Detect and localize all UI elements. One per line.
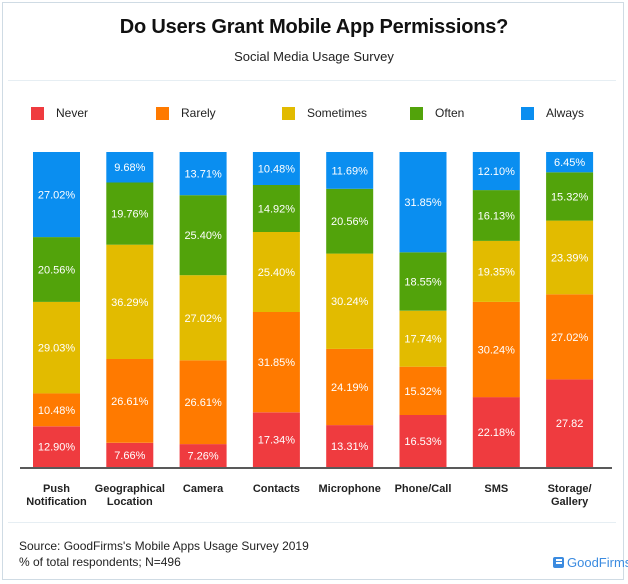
data-label: 7.26% bbox=[187, 451, 218, 463]
data-label: 12.10% bbox=[478, 166, 516, 178]
data-label: 10.48% bbox=[38, 405, 76, 417]
data-label: 27.02% bbox=[184, 313, 222, 325]
x-tick-label: Storage/Gallery bbox=[547, 483, 592, 508]
data-label: 29.03% bbox=[38, 343, 76, 355]
data-label: 17.34% bbox=[258, 435, 296, 447]
data-label: 30.24% bbox=[478, 345, 516, 357]
data-label: 26.61% bbox=[184, 397, 222, 409]
data-label: 15.32% bbox=[404, 386, 442, 398]
data-label: 31.85% bbox=[258, 357, 296, 369]
respondents-note: % of total respondents; N=496 bbox=[19, 555, 181, 569]
data-label: 16.13% bbox=[478, 211, 516, 223]
source-text: Source: GoodFirms's Mobile Apps Usage Su… bbox=[19, 539, 309, 553]
data-label: 7.66% bbox=[114, 450, 145, 462]
data-label: 14.92% bbox=[258, 204, 296, 216]
data-label: 36.29% bbox=[111, 297, 149, 309]
data-label: 25.40% bbox=[258, 267, 296, 279]
goodfirms-logo-icon bbox=[553, 557, 564, 568]
data-label: 22.18% bbox=[478, 427, 516, 439]
data-label: 15.32% bbox=[551, 191, 589, 203]
data-label: 6.45% bbox=[554, 157, 585, 169]
data-label: 16.53% bbox=[404, 436, 442, 448]
data-label: 12.90% bbox=[38, 442, 76, 454]
data-label: 25.40% bbox=[184, 230, 222, 242]
brand-logo: GoodFirms bbox=[553, 555, 628, 570]
data-label: 23.39% bbox=[551, 252, 589, 264]
data-label: 27.02% bbox=[38, 190, 76, 202]
data-label: 11.69% bbox=[331, 165, 368, 177]
data-label: 20.56% bbox=[331, 216, 369, 228]
data-label: 10.48% bbox=[258, 164, 296, 176]
data-label: 20.56% bbox=[38, 265, 76, 277]
data-label: 27.82 bbox=[556, 418, 584, 430]
data-label: 24.19% bbox=[331, 382, 369, 394]
data-label: 13.31% bbox=[331, 441, 369, 453]
data-label: 30.24% bbox=[331, 296, 369, 308]
data-label: 13.71% bbox=[184, 169, 222, 181]
data-label: 26.61% bbox=[111, 396, 149, 408]
footer-divider bbox=[8, 522, 616, 523]
data-label: 27.02% bbox=[551, 332, 589, 344]
data-label: 19.35% bbox=[478, 266, 516, 278]
data-label: 19.76% bbox=[111, 209, 149, 221]
source-note: Source: GoodFirms's Mobile Apps Usage Su… bbox=[19, 538, 309, 570]
brand-name: GoodFirms bbox=[567, 555, 628, 570]
data-label: 9.68% bbox=[114, 162, 145, 174]
data-label: 18.55% bbox=[404, 277, 442, 289]
data-label: 31.85% bbox=[404, 197, 442, 209]
data-label: 17.74% bbox=[404, 334, 442, 346]
